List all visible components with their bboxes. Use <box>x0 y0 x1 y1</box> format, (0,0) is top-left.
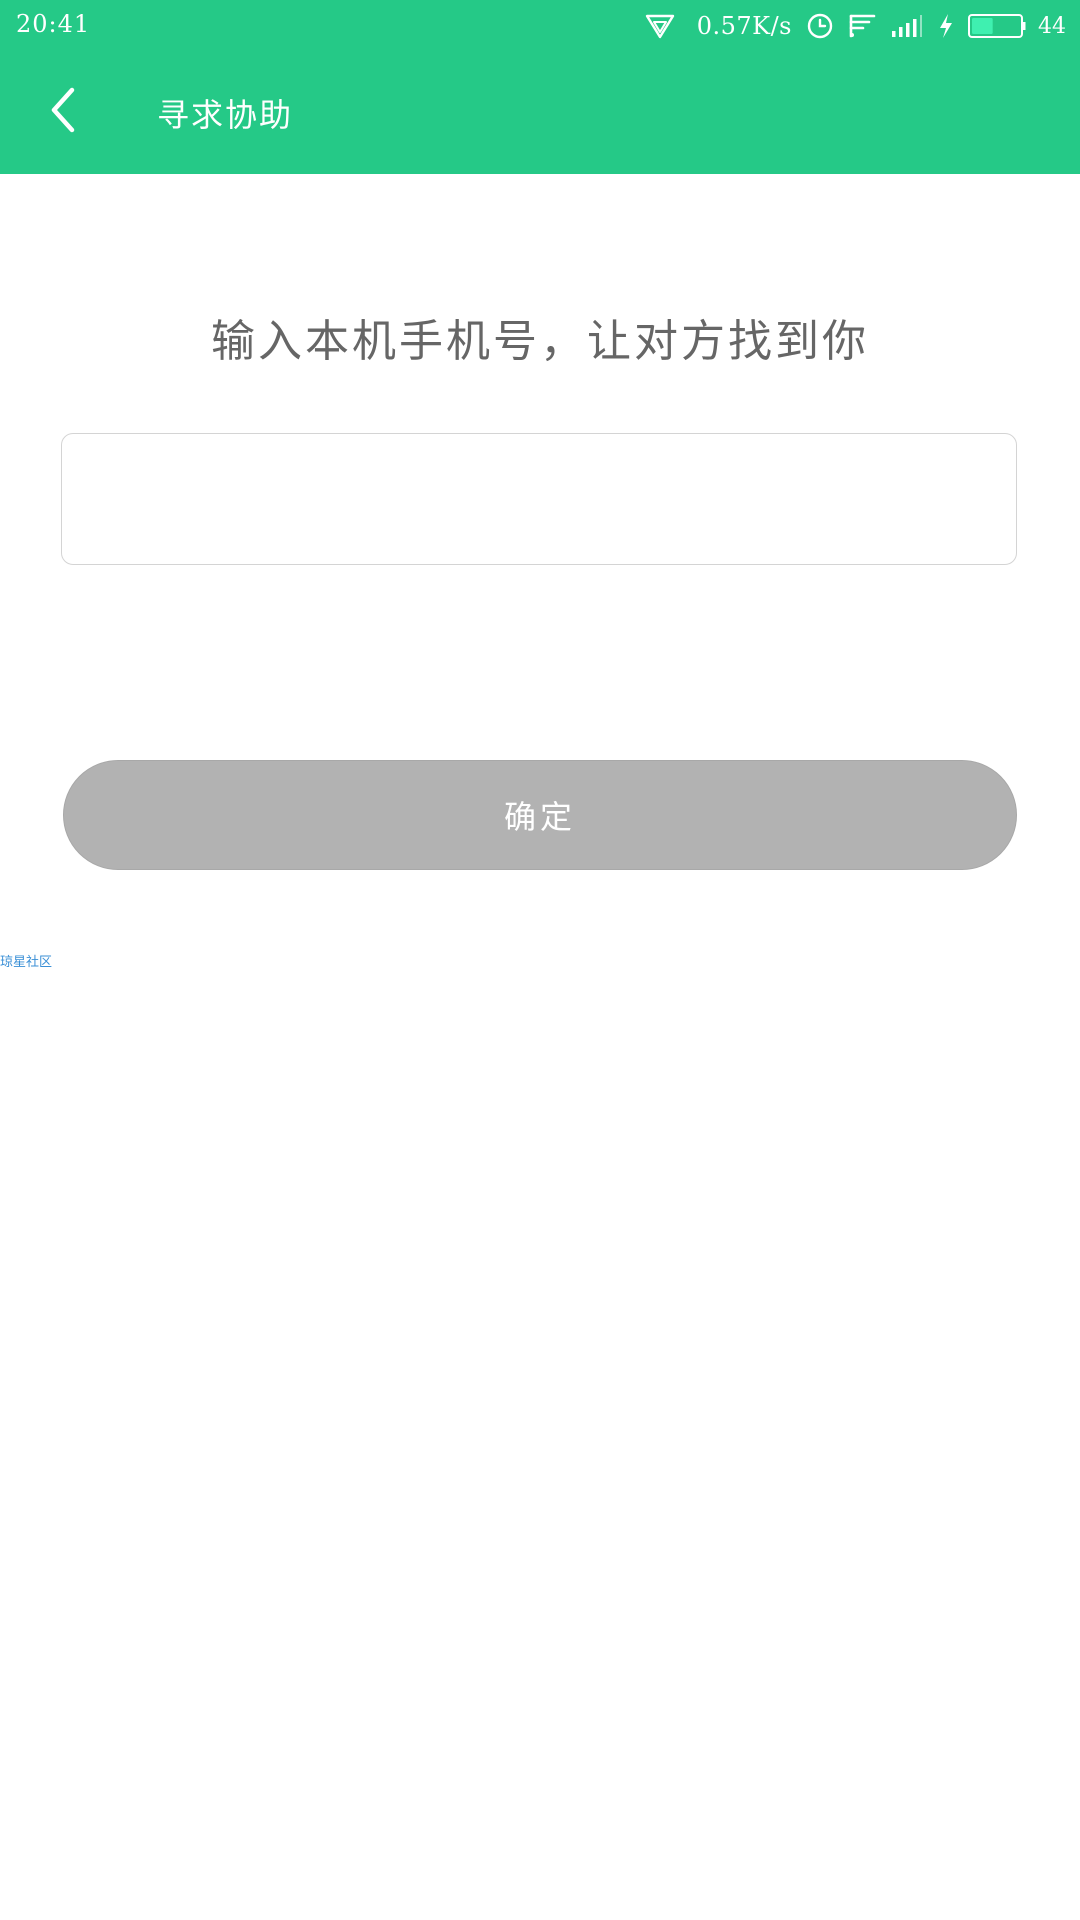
status-time: 20:41 <box>16 10 91 38</box>
phone-number-input[interactable] <box>61 433 1017 565</box>
vpn-triangle-icon <box>645 13 675 39</box>
battery-icon <box>968 14 1026 38</box>
status-icons: 0.57K/s 44 <box>631 6 1066 46</box>
net-speed: 0.57K/s <box>696 12 792 40</box>
wifi-icon <box>848 12 876 40</box>
toolbar: 寻求协助 <box>0 52 1080 174</box>
alarm-clock-icon <box>806 12 834 40</box>
charging-bolt-icon <box>938 13 954 39</box>
signal-icon <box>890 13 924 39</box>
page-title: 寻求协助 <box>157 96 294 134</box>
watermark: 琼星社区 <box>0 955 53 970</box>
status-bar: 20:41 0.57K/s 44 <box>0 0 1080 52</box>
confirm-button[interactable]: 确定 <box>63 760 1017 870</box>
battery-level: 44 <box>1038 13 1066 39</box>
chevron-left-icon <box>44 86 84 138</box>
back-button[interactable] <box>30 78 98 146</box>
phone-prompt: 输入本机手机号，让对方找到你 <box>211 316 869 367</box>
app-header: 20:41 0.57K/s 44 寻求协助 <box>0 0 1080 174</box>
